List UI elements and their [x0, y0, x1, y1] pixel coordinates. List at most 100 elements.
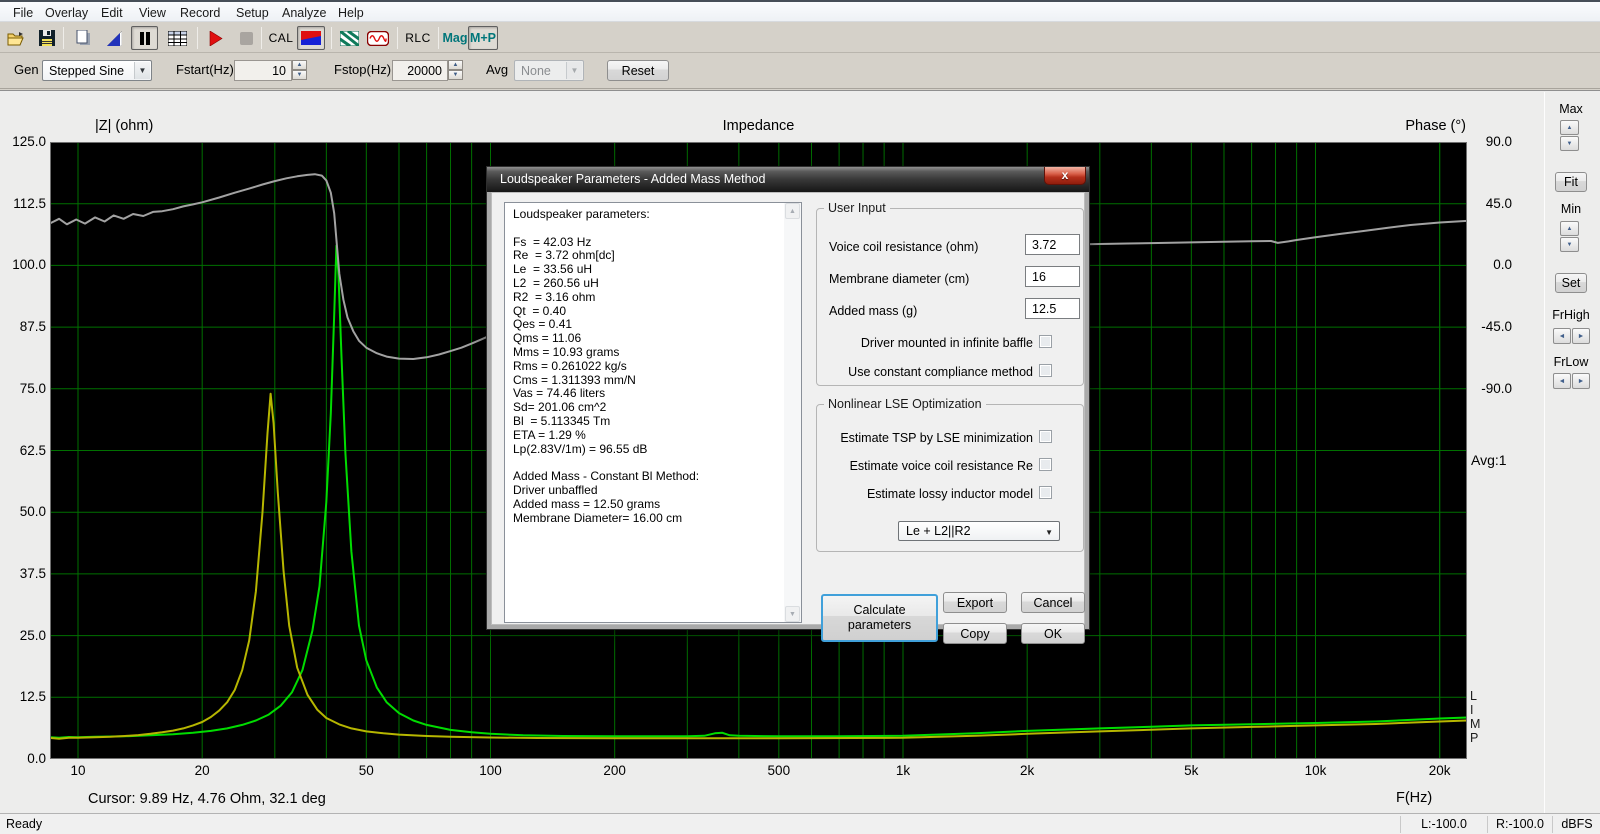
menu-item-help[interactable]: Help [334, 5, 368, 21]
max-down-button[interactable]: ▼ [1560, 136, 1579, 151]
scroll-up-icon[interactable]: ▲ [785, 203, 800, 219]
menu-item-overlay[interactable]: Overlay [41, 5, 92, 21]
fstop-up-icon[interactable]: ▲ [448, 60, 463, 70]
toolbar-separator [63, 27, 64, 49]
magnitude-view-button[interactable]: Mag [441, 28, 469, 48]
stop-button[interactable] [236, 28, 256, 48]
infinite-baffle-checkbox[interactable] [1039, 335, 1052, 348]
dialog-title-bar[interactable]: Loudspeaker Parameters - Added Mass Meth… [487, 167, 1089, 192]
calibrate-button[interactable]: CAL [267, 28, 295, 48]
toolbar-separator [331, 27, 332, 49]
copy-button-dialog[interactable]: Copy [943, 623, 1007, 644]
overlay-curves-button[interactable] [338, 28, 361, 48]
frequency-tick-label: 100 [456, 763, 526, 778]
fstart-up-icon[interactable]: ▲ [292, 60, 307, 70]
reset-button[interactable]: Reset [607, 60, 669, 81]
estimate-tsp-checkbox[interactable] [1039, 430, 1052, 443]
frequency-tick-label: 10 [43, 763, 113, 778]
generator-bar: Gen Stepped Sine ▼ Fstart(Hz) 10 ▲ ▼ Fst… [0, 54, 1600, 89]
pen-tool-button[interactable] [104, 28, 124, 48]
save-button[interactable] [37, 28, 57, 48]
max-up-button[interactable]: ▲ [1560, 120, 1579, 135]
play-icon [209, 31, 223, 46]
frlow-right-button[interactable]: ► [1572, 373, 1590, 389]
stop-icon [240, 32, 253, 45]
limp-application-window: FileOverlay Edit View Record Setup AnalyzeHel… [0, 0, 1600, 834]
min-down-button[interactable]: ▼ [1560, 237, 1579, 252]
toolbar-separator [397, 27, 398, 49]
sine-wave-icon [367, 31, 389, 46]
estimate-re-label: Estimate voice coil resistance Re [817, 459, 1033, 473]
estimate-lossy-inductor-label: Estimate lossy inductor model [817, 487, 1033, 501]
estimate-lossy-inductor-checkbox[interactable] [1039, 486, 1052, 499]
fstop-down-icon[interactable]: ▼ [448, 70, 463, 80]
toolbar: CAL RLC Mag M+P [0, 23, 1600, 53]
cancel-button[interactable]: Cancel [1021, 592, 1085, 613]
fstart-spinbox: 10 ▲ ▼ [234, 60, 308, 81]
added-mass-label: Added mass (g) [829, 304, 917, 318]
impedance-mode-button[interactable] [297, 26, 325, 50]
parameters-scrollbar[interactable]: ▲ ▼ [784, 203, 801, 622]
fit-button[interactable]: Fit [1555, 172, 1587, 192]
limp-wordmark-letter: L [1470, 689, 1477, 703]
impedance-tick-label: 50.0 [0, 504, 46, 520]
signal-generator-button[interactable] [366, 28, 390, 48]
chevron-down-icon: ▼ [1045, 528, 1053, 537]
dialog-title: Loudspeaker Parameters - Added Mass Meth… [500, 172, 765, 186]
menu-item-edit[interactable]: Edit [97, 5, 127, 21]
menu-item-setup[interactable]: Setup [232, 5, 273, 21]
generator-type-select[interactable]: Stepped Sine ▼ [42, 60, 152, 81]
min-up-button[interactable]: ▲ [1560, 221, 1579, 236]
ok-button[interactable]: OK [1021, 623, 1085, 644]
voice-coil-resistance-field[interactable]: 3.72 [1025, 234, 1080, 255]
estimate-re-checkbox[interactable] [1039, 458, 1052, 471]
limp-wordmark-letter: P [1470, 731, 1478, 745]
frhigh-right-button[interactable]: ► [1572, 328, 1590, 344]
avg-select[interactable]: None ▼ [514, 60, 584, 81]
pause-button[interactable] [131, 26, 158, 50]
dialog-close-button[interactable]: x [1044, 167, 1086, 185]
inductance-model-select[interactable]: Le + L2||R2 ▼ [898, 521, 1060, 541]
frequency-tick-label: 10k [1281, 763, 1351, 778]
menu-item-record[interactable]: Record [176, 5, 224, 21]
membrane-diameter-field[interactable]: 16 [1025, 266, 1080, 287]
fstop-spinbox: 20000 ▲ ▼ [392, 60, 464, 81]
set-button[interactable]: Set [1555, 273, 1587, 293]
level-unit-label: dBFS [1554, 817, 1600, 831]
right-level-indicator: R:-100.0 [1489, 817, 1551, 831]
fstart-down-icon[interactable]: ▼ [292, 70, 307, 80]
status-bar: Ready L:-100.0 R:-100.0 dBFS [0, 813, 1600, 834]
open-file-button[interactable] [6, 28, 26, 48]
frequency-tick-label: 200 [580, 763, 650, 778]
toolbar-separator [438, 27, 439, 49]
cursor-readout: Cursor: 9.89 Hz, 4.76 Ohm, 32.1 deg [88, 791, 326, 807]
save-floppy-icon [39, 30, 55, 46]
added-mass-field[interactable]: 12.5 [1025, 298, 1080, 319]
lse-optimization-group: Nonlinear LSE Optimization Estimate TSP … [816, 404, 1084, 552]
frhigh-left-button[interactable]: ◄ [1553, 328, 1571, 344]
constant-compliance-checkbox[interactable] [1039, 364, 1052, 377]
menu-item-view[interactable]: View [135, 5, 170, 21]
membrane-diameter-label: Membrane diameter (cm) [829, 272, 969, 286]
fstop-input[interactable]: 20000 [392, 60, 448, 81]
frlow-left-button[interactable]: ◄ [1553, 373, 1571, 389]
inductance-model-value: Le + L2||R2 [906, 524, 971, 538]
start-record-button[interactable] [205, 28, 227, 48]
frequency-tick-label: 500 [744, 763, 814, 778]
magnitude-phase-view-button[interactable]: M+P [468, 26, 498, 50]
table-view-button[interactable] [166, 28, 188, 48]
status-text: Ready [6, 817, 42, 831]
frequency-tick-label: 20 [167, 763, 237, 778]
calculate-parameters-button[interactable]: Calculate parameters [821, 594, 938, 642]
impedance-tick-label: 25.0 [0, 628, 46, 644]
chevron-down-icon: ▼ [566, 62, 582, 79]
rlc-mode-button[interactable]: RLC [403, 28, 433, 48]
copy-button[interactable] [73, 28, 93, 48]
export-button[interactable]: Export [943, 592, 1007, 613]
scroll-down-icon[interactable]: ▼ [785, 606, 800, 622]
fstart-input[interactable]: 10 [234, 60, 292, 81]
avg-label: Avg [486, 62, 508, 77]
parameters-listbox[interactable]: Loudspeaker parameters: Fs = 42.03 Hz Re… [504, 202, 802, 623]
menu-item-analyze[interactable]: Analyze [278, 5, 330, 21]
menu-item-file[interactable]: File [9, 5, 37, 21]
